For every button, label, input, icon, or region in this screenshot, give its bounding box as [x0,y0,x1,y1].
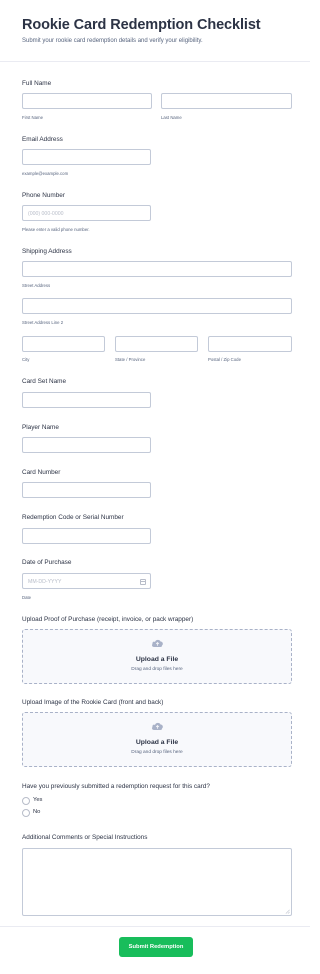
upload-proof-title: Upload a File [135,656,179,663]
state-input[interactable] [115,336,198,352]
form-header: Rookie Card Redemption Checklist Submit … [0,0,310,62]
street-address-input[interactable] [22,261,292,277]
radio-no[interactable] [22,809,30,817]
first-name-sublabel: First Name [22,115,44,120]
city-sublabel: City [22,357,30,362]
purchase-date-sublabel: Date [22,595,32,600]
player-name-label: Player Name [22,424,59,431]
email-input[interactable] [22,149,151,165]
radio-yes-label: Yes [33,797,43,803]
form-subtitle: Submit your rookie card redemption detai… [22,38,203,44]
full-name-label: Full Name [22,80,52,87]
card-number-input[interactable] [22,482,151,498]
player-name-input[interactable] [22,437,151,453]
last-name-sublabel: Last Name [161,115,182,120]
card-set-label: Card Set Name [22,378,67,385]
last-name-input[interactable] [161,93,292,109]
upload-card-subtitle: Drag and drop files here [131,750,183,755]
calendar-icon[interactable] [140,578,146,585]
email-label: Email Address [22,136,63,143]
radio-yes[interactable] [22,797,30,805]
cloud-upload-icon [152,722,163,730]
state-sublabel: State / Province [115,357,146,362]
postal-code-input[interactable] [208,336,292,352]
postal-code-sublabel: Postal / Zip Code [208,357,241,362]
redemption-code-input[interactable] [22,528,151,544]
street-address-line2-sublabel: Street Address Line 2 [22,320,64,325]
upload-proof-dropzone[interactable]: Upload a File Drag and drop files here [22,629,292,684]
previous-request-label: Have you previously submitted a redempti… [22,783,210,790]
resize-grip-icon[interactable] [285,909,290,914]
submit-button[interactable]: Submit Redemption [119,937,193,957]
upload-proof-subtitle: Drag and drop files here [131,667,183,672]
comments-textarea[interactable] [22,848,292,916]
comments-label: Additional Comments or Special Instructi… [22,834,148,841]
redemption-code-label: Redemption Code or Serial Number [22,514,124,521]
email-sublabel: example@example.com [22,171,69,176]
form-title: Rookie Card Redemption Checklist [22,17,261,33]
upload-proof-label: Upload Proof of Purchase (receipt, invoi… [22,616,194,623]
street-address-line2-input[interactable] [22,298,292,314]
phone-placeholder: (000) 000-0000 [28,210,64,217]
phone-input[interactable]: (000) 000-0000 [22,205,151,221]
upload-card-dropzone[interactable]: Upload a File Drag and drop files here [22,712,292,767]
purchase-date-placeholder: MM-DD-YYYY [28,578,62,585]
radio-no-label: No [33,809,41,815]
purchase-date-input[interactable]: MM-DD-YYYY [22,573,151,589]
city-input[interactable] [22,336,105,352]
shipping-address-label: Shipping Address [22,248,72,255]
card-number-label: Card Number [22,469,61,476]
phone-label: Phone Number [22,192,65,199]
card-set-input[interactable] [22,392,151,408]
purchase-date-label: Date of Purchase [22,559,72,566]
cloud-upload-icon [152,639,163,647]
first-name-input[interactable] [22,93,152,109]
upload-card-title: Upload a File [135,739,179,746]
street-address-sublabel: Street Address [22,283,51,288]
upload-card-label: Upload Image of the Rookie Card (front a… [22,699,164,706]
phone-sublabel: Please enter a valid phone number. [22,227,90,232]
